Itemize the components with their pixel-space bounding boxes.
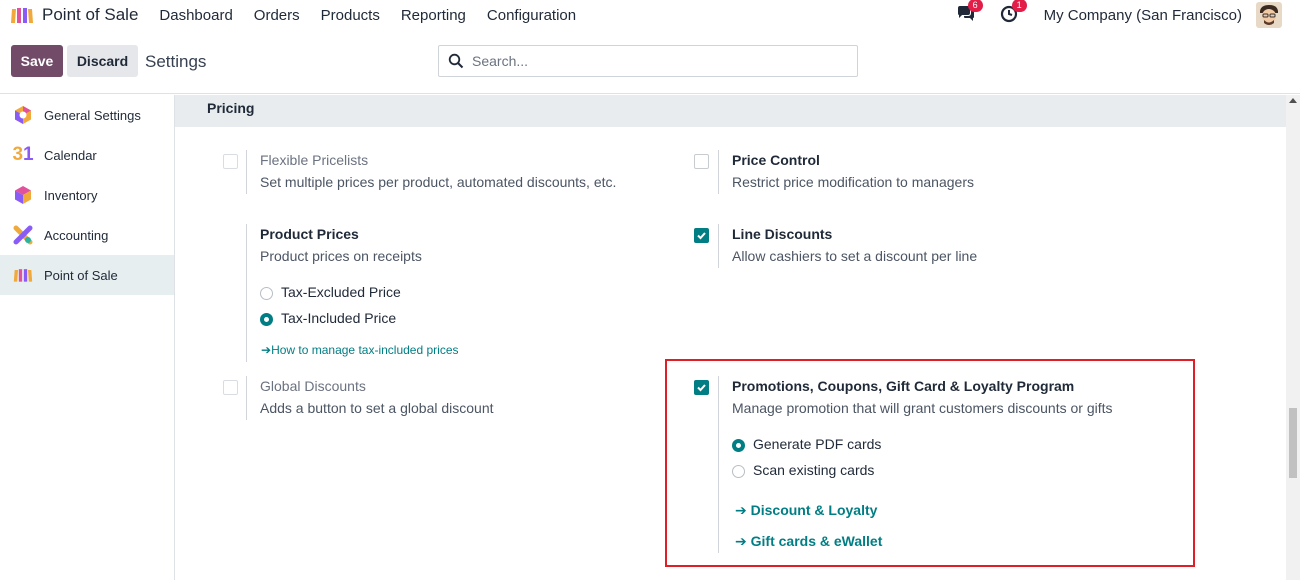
menu-reporting[interactable]: Reporting [401,7,466,24]
menu-orders[interactable]: Orders [254,7,300,24]
tax-included-radio[interactable] [260,313,273,326]
setting-divider [246,376,247,420]
setting-title: Product Prices [260,226,359,242]
control-panel: Save Discard Settings [0,30,1300,94]
radio-label: Tax-Included Price [281,310,397,326]
search-box[interactable] [438,45,858,77]
sidebar-item-label: Inventory [44,187,98,203]
top-navbar: Point of Sale Dashboard Orders Products … [0,0,1300,30]
sidebar-item-label: General Settings [44,107,141,123]
app-brand[interactable]: Point of Sale [10,5,138,25]
setting-description: Allow cashiers to set a discount per lin… [732,248,978,264]
setting-divider [718,150,719,194]
global-discounts-checkbox[interactable] [223,380,238,395]
section-header: Pricing [175,95,1286,127]
menu-products[interactable]: Products [321,7,380,24]
menu-configuration[interactable]: Configuration [487,7,576,24]
settings-content: Pricing Flexible Pricelists Set multiple… [175,95,1286,580]
price-control-checkbox[interactable] [694,154,709,169]
tax-included-help-link[interactable]: ➔How to manage tax-included prices [261,343,459,357]
messages-badge: 6 [967,0,983,12]
app-name: Point of Sale [42,5,139,24]
scroll-thumb[interactable] [1289,408,1297,478]
scroll-up-arrow-icon[interactable] [1289,98,1297,103]
search-input[interactable] [472,53,852,69]
company-switcher[interactable]: My Company (San Francisco) [1044,7,1242,24]
scrollbar[interactable] [1286,95,1300,580]
setting-description: Set multiple prices per product, automat… [260,174,617,190]
sidebar-item-point-of-sale[interactable]: Point of Sale [0,255,174,295]
checkmark-icon [697,232,706,240]
setting-title: Flexible Pricelists [260,152,369,168]
section-title: Pricing [207,100,255,116]
menu-dashboard[interactable]: Dashboard [159,7,232,24]
setting-divider [246,150,247,194]
activities-button[interactable]: 1 [1000,0,1027,25]
sidebar-item-label: Calendar [44,147,97,163]
sidebar-item-general-settings[interactable]: General Settings [0,95,174,135]
calendar-icon: 31 [12,144,34,165]
sidebar-item-accounting[interactable]: Accounting [0,215,174,255]
radio-label: Tax-Excluded Price [281,284,401,300]
point-of-sale-app-icon [10,5,34,25]
setting-divider [246,224,247,362]
setting-title: Global Discounts [260,378,366,394]
tax-excluded-radio[interactable] [260,287,273,300]
save-button[interactable]: Save [11,45,63,77]
sidebar-item-label: Point of Sale [44,267,118,283]
navbar-systray: 6 1 My Company (San Francisco) [956,0,1282,30]
setting-description: Product prices on receipts [260,248,422,264]
highlight-box [665,359,1195,567]
general-settings-icon [13,105,33,125]
setting-description: Restrict price modification to managers [732,174,974,190]
line-discounts-checkbox[interactable] [694,228,709,243]
main-menu: Dashboard Orders Products Reporting Conf… [159,7,597,24]
setting-title: Line Discounts [732,226,833,242]
arrow-right-icon: ➔ [261,343,272,357]
settings-sidebar: General Settings 31 Calendar Inventory A… [0,95,175,580]
page-title: Settings [145,52,207,71]
messages-button[interactable]: 6 [956,0,983,25]
sidebar-item-label: Accounting [44,227,109,243]
activities-badge: 1 [1011,0,1027,12]
setting-description: Adds a button to set a global discount [260,400,494,416]
search-icon [448,53,464,69]
sidebar-item-inventory[interactable]: Inventory [0,175,174,215]
setting-title: Price Control [732,152,820,168]
flexible-pricelists-checkbox[interactable] [223,154,238,169]
discard-button[interactable]: Discard [67,45,138,77]
user-avatar[interactable] [1256,2,1282,28]
sidebar-item-calendar[interactable]: 31 Calendar [0,135,174,175]
setting-divider [718,224,719,268]
inventory-icon [13,185,33,205]
accounting-icon [13,225,33,245]
point-of-sale-icon [13,265,33,285]
